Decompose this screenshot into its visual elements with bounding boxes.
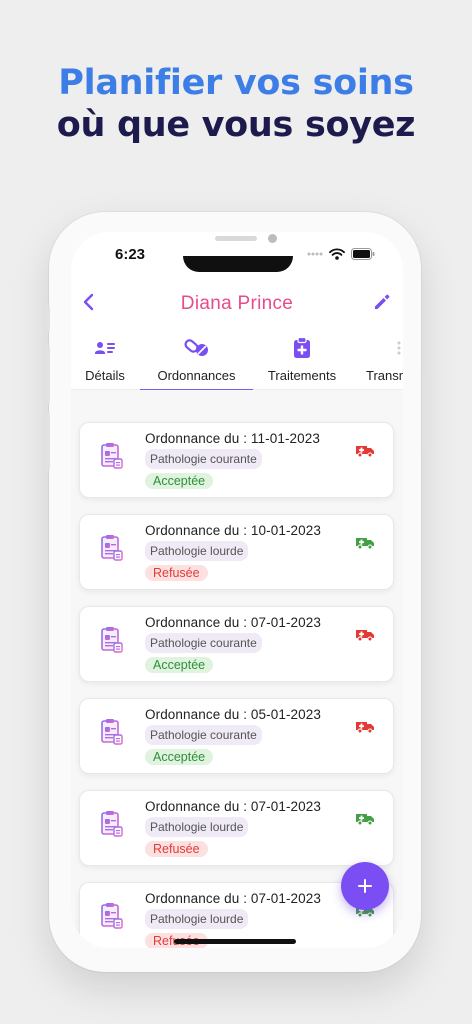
tab-label: Traitements [267,368,337,383]
clipboard-plus-icon [294,337,310,358]
phone-side-button [46,345,50,403]
prescription-date: Ordonnance du : 07-01-2023 [145,615,321,630]
status-icons [307,248,375,260]
pills-icon [183,339,208,356]
prescription-document-icon-wrap [100,534,124,567]
tab-traitements[interactable]: Traitements [263,336,341,390]
phone-side-button [46,413,50,471]
pathology-badge: Pathologie lourde [145,541,249,561]
pathology-badge: Pathologie courante [145,449,262,469]
pathology-badge: Pathologie courante [145,725,262,745]
plus-icon [358,879,372,893]
front-camera [268,234,277,243]
transport-indicator [355,720,375,739]
status-badge: Acceptée [145,473,214,489]
prescription-document-icon-wrap [100,626,124,659]
prescription-card[interactable]: Ordonnance du : 07-01-2023 Pathologie cou… [79,606,394,682]
prescription-document-icon [101,719,123,745]
prescription-date: Ordonnance du : 07-01-2023 [145,891,321,906]
notch [183,256,293,272]
prescription-date: Ordonnance du : 10-01-2023 [145,523,321,538]
tab-label: Détails [85,368,125,383]
prescription-card[interactable]: Ordonnance du : 11-01-2023 Pathologie cou… [79,422,394,498]
speaker-grille [215,236,257,241]
status-time: 6:23 [115,246,146,263]
tab-details[interactable]: Détails [75,336,135,390]
prescription-document-icon [101,535,123,561]
prescription-date: Ordonnance du : 05-01-2023 [145,707,321,722]
phone-side-button [46,305,50,331]
transport-indicator [355,628,375,647]
status-badge: Acceptée [145,657,214,673]
prescription-card[interactable]: Ordonnance du : 07-01-2023 Pathologie lou… [79,790,394,866]
prescription-document-icon [101,627,123,653]
prescription-card[interactable]: Ordonnance du : 10-01-2023 Pathologie lou… [79,514,394,590]
tab-bar: Détails Ordonnances Traitements Trans [71,336,403,391]
ambulance-icon [356,538,374,550]
pathology-badge: Pathologie lourde [145,909,249,929]
pathology-badge: Pathologie lourde [145,817,249,837]
prescription-document-icon [101,443,123,469]
add-prescription-button[interactable] [341,862,389,910]
tab-transmissions[interactable]: Transm [361,336,403,390]
prescription-document-icon [101,903,123,929]
more-icon [397,341,401,355]
tab-label: Transm [366,368,403,383]
battery-icon [351,248,375,260]
home-indicator [174,939,296,944]
wifi-icon [329,248,345,260]
status-badge: Refusée [145,841,208,857]
contact-card-icon [95,342,115,354]
prescription-document-icon-wrap [100,810,124,843]
headline-line-2: où que vous soyez [56,105,416,145]
prescription-date: Ordonnance du : 11-01-2023 [145,431,320,446]
ambulance-icon [356,630,374,642]
status-badge: Refusée [145,565,208,581]
prescription-document-icon-wrap [100,442,124,475]
pathology-badge: Pathologie courante [145,633,262,653]
ambulance-icon [356,722,374,734]
ambulance-icon [356,446,374,458]
tab-ordonnances[interactable]: Ordonnances [140,336,253,391]
prescription-document-icon-wrap [100,902,124,935]
headline-line-1: Planifier vos soins [58,63,414,103]
prescription-card[interactable]: Ordonnance du : 05-01-2023 Pathologie cou… [79,698,394,774]
ambulance-icon [356,814,374,826]
patient-name-title: Diana Prince [180,293,294,314]
marketing-headline: Planifier vos soins où que vous soyez [0,62,472,146]
app-header: Diana Prince [71,288,403,318]
prescription-date: Ordonnance du : 07-01-2023 [145,799,321,814]
transport-indicator [355,812,375,831]
transport-indicator [355,444,375,463]
app-screen: 6:23 Diana Prince Détails Ordonnances Tr… [71,232,403,948]
signal-dots-icon [307,252,323,256]
status-badge: Acceptée [145,749,214,765]
tab-label: Ordonnances [157,368,236,383]
prescription-document-icon-wrap [100,718,124,751]
transport-indicator [355,536,375,555]
prescription-document-icon [101,811,123,837]
edit-pencil-icon[interactable] [373,293,391,311]
phone-side-button [422,370,426,450]
